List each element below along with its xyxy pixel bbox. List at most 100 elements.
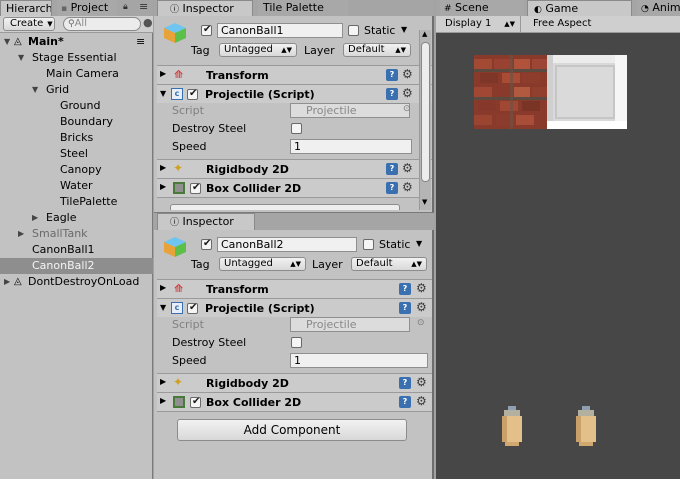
active-checkbox[interactable] (201, 25, 212, 36)
static-dropdown-icon[interactable]: ▼ (416, 239, 422, 248)
hierarchy-item-label: TilePalette (60, 195, 118, 208)
scene-menu-icon[interactable]: ≡ (136, 34, 145, 50)
hierarchy-item[interactable]: ▼ Grid (0, 82, 153, 98)
script-field: Projectile (290, 103, 410, 118)
tag-dropdown[interactable]: Untagged ▲▼ (219, 43, 297, 57)
layer-dropdown[interactable]: Default ▲▼ (343, 43, 411, 57)
chevron-down-icon: ▼ (47, 20, 53, 28)
scrollbar[interactable]: ▲ ▼ (419, 30, 431, 210)
hierarchy-item[interactable]: Canopy (0, 162, 153, 178)
hierarchy-item[interactable]: ▼ Stage Essential (0, 50, 153, 66)
hierarchy-item[interactable]: Main Camera (0, 66, 153, 82)
projectile-enabled-checkbox[interactable] (187, 89, 198, 100)
scroll-down-icon[interactable]: ▼ (422, 198, 427, 206)
hierarchy-item[interactable]: Water (0, 178, 153, 194)
help-icon[interactable]: ? (386, 88, 398, 100)
search-cancel-icon[interactable]: ● (143, 16, 153, 29)
hierarchy-item[interactable]: CanonBall1 (0, 242, 153, 258)
help-icon[interactable]: ? (399, 396, 411, 408)
hierarchy-item[interactable]: Bricks (0, 130, 153, 146)
active-checkbox-2[interactable] (201, 239, 212, 250)
gear-icon[interactable]: ⚙ (402, 87, 413, 99)
hierarchy-item[interactable]: TilePalette (0, 194, 153, 210)
tab-tile-palette[interactable]: Tile Palette (258, 0, 348, 16)
collider-enabled-checkbox-2[interactable] (190, 397, 201, 408)
tab-inspector-2[interactable]: ⓘ Inspector (157, 213, 255, 230)
hierarchy-item[interactable]: ▶ ◬ DontDestroyOnLoad (0, 274, 153, 290)
add-component-button[interactable]: Add Component (177, 419, 407, 441)
projectile-header[interactable]: ▼ c Projectile (Script) ? ⚙ (157, 84, 432, 103)
unity-scene-icon: ◬ (14, 36, 22, 47)
collapse-arrow-icon[interactable]: ▼ (4, 34, 10, 50)
menu-icon[interactable]: ≡ (139, 0, 148, 13)
lock-icon[interactable]: 🔒︎ (123, 2, 128, 12)
object-picker-icon[interactable]: ⊙ (417, 318, 425, 328)
expand-arrow-icon[interactable]: ▶ (4, 274, 10, 290)
create-button[interactable]: Create ▼ (3, 17, 55, 31)
animation-icon: ◔ (641, 4, 649, 14)
gear-icon[interactable]: ⚙ (402, 68, 413, 80)
gear-icon[interactable]: ⚙ (402, 162, 413, 174)
gear-icon[interactable]: ⚙ (416, 395, 427, 407)
help-icon[interactable]: ? (386, 182, 398, 194)
tab-inspector[interactable]: ⓘ Inspector (157, 0, 253, 16)
help-icon[interactable]: ? (386, 69, 398, 81)
collider-header-2[interactable]: ▶ Box Collider 2D ? ⚙ (157, 392, 432, 411)
game-viewport[interactable] (436, 33, 680, 479)
display-dropdown[interactable]: Display 1 ▲▼ (441, 16, 521, 32)
static-checkbox-2[interactable] (363, 239, 374, 250)
hierarchy-item[interactable]: ▶ SmallTank (0, 226, 153, 242)
aspect-dropdown[interactable]: Free Aspect (529, 16, 680, 32)
tab-game[interactable]: ◐ Game (527, 0, 632, 16)
projectile-enabled-checkbox-2[interactable] (187, 303, 198, 314)
destroy-steel-checkbox-2[interactable] (291, 337, 302, 348)
speed-field-2[interactable]: 1 (290, 353, 428, 368)
tag-dropdown-2[interactable]: Untagged ▲▼ (219, 257, 306, 271)
gear-icon[interactable]: ⚙ (416, 282, 427, 294)
scroll-up-icon[interactable]: ▲ (422, 30, 427, 38)
transform-header-2[interactable]: ▶ ⟰ Transform ? ⚙ (157, 279, 432, 298)
object-name-field[interactable]: CanonBall1 (217, 23, 343, 38)
hierarchy-item[interactable]: Ground (0, 98, 153, 114)
rigidbody-header[interactable]: ▶ ✦ Rigidbody 2D ? ⚙ (157, 159, 432, 178)
scroll-thumb[interactable] (421, 42, 430, 182)
collider-header[interactable]: ▶ Box Collider 2D ? ⚙ (157, 178, 432, 197)
help-icon[interactable]: ? (399, 283, 411, 295)
search-input[interactable]: ⚲All (63, 17, 141, 31)
projectile-header-2[interactable]: ▼ c Projectile (Script) ? ⚙ (157, 298, 432, 317)
collapse-arrow-icon[interactable]: ▼ (32, 82, 38, 98)
collapse-arrow-icon[interactable]: ▼ (18, 50, 24, 66)
box-collider-icon (173, 396, 185, 408)
hierarchy-item-label: Eagle (46, 211, 77, 224)
script-field-2: Projectile (290, 317, 410, 332)
expand-arrow-icon[interactable]: ▶ (18, 226, 24, 242)
layer-dropdown-2[interactable]: Default ▲▼ (351, 257, 427, 271)
tab-project[interactable]: ▪ Project (57, 0, 117, 16)
speed-field[interactable]: 1 (290, 139, 412, 154)
hierarchy-item[interactable]: Steel (0, 146, 153, 162)
help-icon[interactable]: ? (399, 302, 411, 314)
tab-animation[interactable]: ◔ Anim (637, 0, 680, 16)
expand-arrow-icon[interactable]: ▶ (32, 210, 38, 226)
tab-hierarchy[interactable]: Hierarch (0, 0, 52, 16)
object-picker-icon[interactable]: ⊙ (403, 104, 411, 114)
help-icon[interactable]: ? (399, 377, 411, 389)
gear-icon[interactable]: ⚙ (416, 376, 427, 388)
rigidbody-header-2[interactable]: ▶ ✦ Rigidbody 2D ? ⚙ (157, 373, 432, 392)
add-component-button-partial[interactable] (170, 204, 400, 210)
hierarchy-item[interactable]: ▼ ◬ Main* ≡ (0, 34, 153, 50)
tab-scene[interactable]: # Scene (440, 0, 524, 16)
hierarchy-item[interactable]: CanonBall2 (0, 258, 153, 274)
hierarchy-item[interactable]: Boundary (0, 114, 153, 130)
gear-icon[interactable]: ⚙ (416, 301, 427, 313)
hierarchy-item[interactable]: ▶ Eagle (0, 210, 153, 226)
static-dropdown-icon[interactable]: ▼ (401, 25, 407, 34)
static-checkbox[interactable] (348, 25, 359, 36)
gear-icon[interactable]: ⚙ (402, 181, 413, 193)
help-icon[interactable]: ? (386, 163, 398, 175)
collider-enabled-checkbox[interactable] (190, 183, 201, 194)
chevron-down-icon: ▲▼ (411, 260, 422, 268)
object-name-field-2[interactable]: CanonBall2 (217, 237, 357, 252)
destroy-steel-checkbox[interactable] (291, 123, 302, 134)
transform-header[interactable]: ▶ ⟰ Transform ? ⚙ (157, 65, 432, 84)
